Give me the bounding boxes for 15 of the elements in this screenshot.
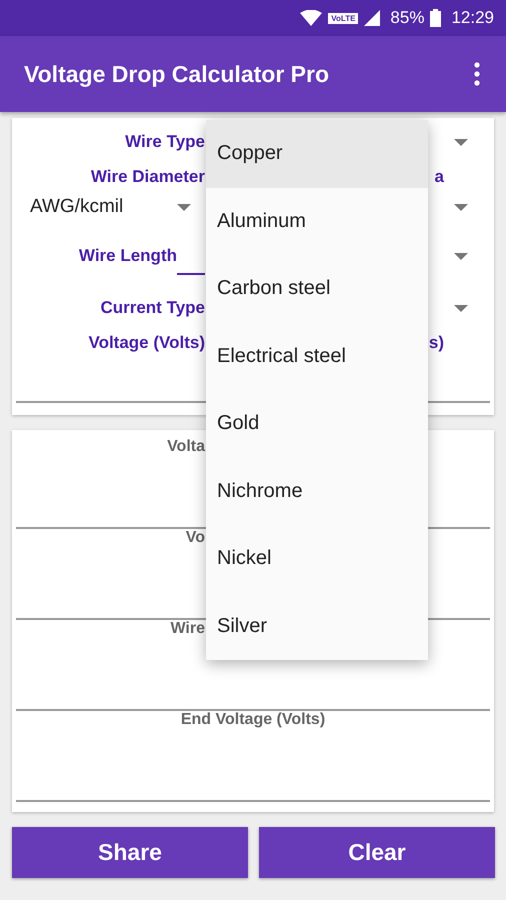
- app-title: Voltage Drop Calculator Pro: [24, 60, 330, 88]
- field-label: Wire Diameter: [90, 167, 205, 187]
- battery-percent: 85%: [390, 8, 424, 28]
- field-label: Current Type: [99, 298, 205, 318]
- result-label: End Voltage (Volts): [180, 711, 326, 729]
- field-label: Wire Length: [78, 246, 177, 266]
- clock: 12:29: [451, 8, 494, 28]
- field-label: a: [434, 167, 444, 187]
- field-label: s): [428, 333, 444, 353]
- field-label: Wire Type: [124, 132, 205, 152]
- result-label: Wire: [169, 620, 205, 638]
- result-label: Vo: [184, 529, 205, 547]
- field-label: Voltage (Volts): [88, 333, 205, 353]
- result-label: Volta: [166, 438, 205, 456]
- volte-badge: VoLTE: [328, 12, 358, 24]
